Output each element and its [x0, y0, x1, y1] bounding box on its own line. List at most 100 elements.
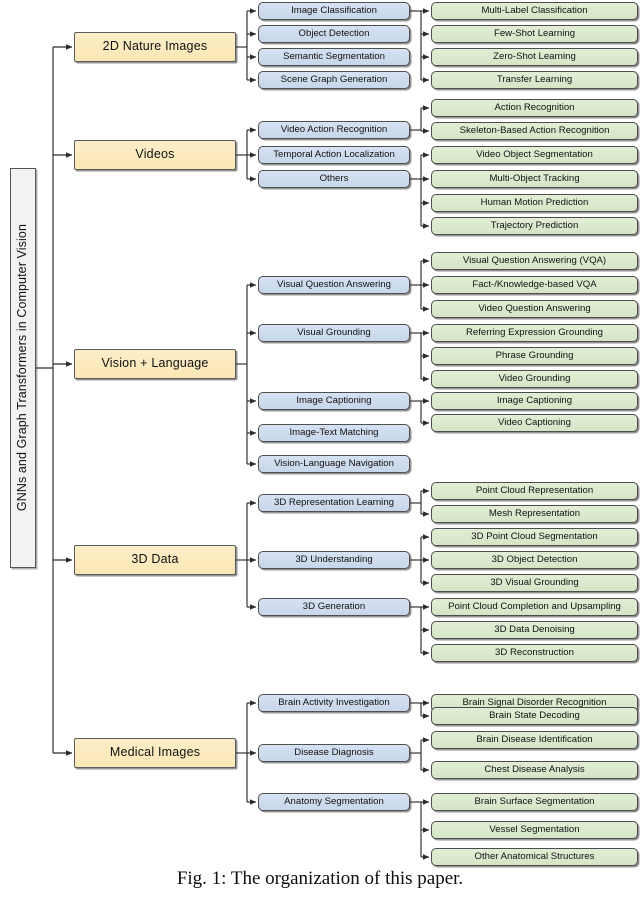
level3-node-point-cloud-completion-and-upsampling[interactable]: Point Cloud Completion and Upsampling — [431, 598, 638, 616]
node-label: Medical Images — [109, 745, 201, 760]
node-label: Visual Grounding — [297, 326, 371, 338]
level3-node-brain-surface-segmentation[interactable]: Brain Surface Segmentation — [431, 793, 638, 811]
level3-node-point-cloud-representation[interactable]: Point Cloud Representation — [431, 482, 638, 500]
node-label: 2D Nature Images — [102, 39, 208, 54]
level3-node-fact-knowledge-based-vqa[interactable]: Fact-/Knowledge-based VQA — [431, 276, 638, 294]
node-label: Vessel Segmentation — [489, 823, 580, 835]
level3-node-brain-state-decoding[interactable]: Brain State Decoding — [431, 707, 638, 725]
level1-node-vision-language[interactable]: Vision + Language — [74, 349, 236, 379]
level3-node-3d-point-cloud-segmentation[interactable]: 3D Point Cloud Segmentation — [431, 528, 638, 546]
level1-node-3d-data[interactable]: 3D Data — [74, 545, 236, 575]
level3-node-few-shot-learning[interactable]: Few-Shot Learning — [431, 25, 638, 43]
level2-node-disease-diagnosis[interactable]: Disease Diagnosis — [258, 744, 410, 762]
level3-node-trajectory-prediction[interactable]: Trajectory Prediction — [431, 217, 638, 235]
level2-node-image-text-matching[interactable]: Image-Text Matching — [258, 424, 410, 442]
node-label: Brain State Decoding — [489, 709, 580, 721]
level3-node-zero-shot-learning[interactable]: Zero-Shot Learning — [431, 48, 638, 66]
node-label: Visual Question Answering (VQA) — [462, 254, 607, 266]
node-label: Zero-Shot Learning — [493, 50, 576, 62]
level3-node-video-grounding[interactable]: Video Grounding — [431, 370, 638, 388]
level3-node-human-motion-prediction[interactable]: Human Motion Prediction — [431, 194, 638, 212]
node-label: Semantic Segmentation — [283, 50, 385, 62]
level3-node-3d-reconstruction[interactable]: 3D Reconstruction — [431, 644, 638, 662]
level3-node-3d-data-denoising[interactable]: 3D Data Denoising — [431, 621, 638, 639]
node-label: 3D Data Denoising — [494, 623, 575, 635]
node-label: Video Captioning — [498, 416, 571, 428]
level3-node-3d-visual-grounding[interactable]: 3D Visual Grounding — [431, 574, 638, 592]
node-label: Video Grounding — [498, 372, 571, 384]
level2-node-image-classification[interactable]: Image Classification — [258, 2, 410, 20]
level2-node-vision-language-navigation[interactable]: Vision-Language Navigation — [258, 455, 410, 473]
node-label: Image-Text Matching — [289, 426, 379, 438]
node-label: Human Motion Prediction — [480, 196, 589, 208]
node-label: Temporal Action Localization — [273, 148, 395, 160]
root-node[interactable]: GNNs and Graph Transformers in Computer … — [10, 168, 36, 568]
level2-node-3d-understanding[interactable]: 3D Understanding — [258, 551, 410, 569]
root-label: GNNs and Graph Transformers in Computer … — [15, 224, 30, 512]
node-label: 3D Data — [131, 552, 179, 567]
level2-node-visual-question-answering[interactable]: Visual Question Answering — [258, 276, 410, 294]
node-label: Vision + Language — [101, 356, 209, 371]
level3-node-phrase-grounding[interactable]: Phrase Grounding — [431, 347, 638, 365]
node-label: Video Object Segmentation — [476, 148, 593, 160]
level3-node-action-recognition[interactable]: Action Recognition — [431, 99, 638, 117]
node-label: Image Classification — [291, 4, 377, 16]
node-label: Video Action Recognition — [280, 123, 388, 135]
level3-node-video-captioning[interactable]: Video Captioning — [431, 414, 638, 432]
level2-node-temporal-action-localization[interactable]: Temporal Action Localization — [258, 146, 410, 164]
level1-node-2d-nature-images[interactable]: 2D Nature Images — [74, 32, 236, 62]
level2-node-brain-activity-investigation[interactable]: Brain Activity Investigation — [258, 694, 410, 712]
node-label: Brain Surface Segmentation — [474, 795, 595, 807]
level3-node-multi-label-classification[interactable]: Multi-Label Classification — [431, 2, 638, 20]
level2-node-semantic-segmentation[interactable]: Semantic Segmentation — [258, 48, 410, 66]
figure-caption: Fig. 1: The organization of this paper. — [176, 868, 464, 889]
node-label: 3D Reconstruction — [495, 646, 574, 658]
level3-node-referring-expression-grounding[interactable]: Referring Expression Grounding — [431, 324, 638, 342]
node-label: Image Captioning — [496, 394, 573, 406]
level1-node-medical-images[interactable]: Medical Images — [74, 738, 236, 768]
node-label: Action Recognition — [494, 101, 575, 113]
level3-node-video-object-segmentation[interactable]: Video Object Segmentation — [431, 146, 638, 164]
level3-node-chest-disease-analysis[interactable]: Chest Disease Analysis — [431, 761, 638, 779]
node-label: Trajectory Prediction — [490, 219, 579, 231]
node-label: Image Captioning — [296, 394, 372, 406]
level3-node-mesh-representation[interactable]: Mesh Representation — [431, 505, 638, 523]
level2-node-3d-generation[interactable]: 3D Generation — [258, 598, 410, 616]
level3-node-visual-question-answering-vqa[interactable]: Visual Question Answering (VQA) — [431, 252, 638, 270]
node-label: Videos — [135, 147, 175, 162]
node-label: Brain Disease Identification — [476, 733, 593, 745]
node-label: 3D Visual Grounding — [490, 576, 579, 588]
level3-node-transfer-learning[interactable]: Transfer Learning — [431, 71, 638, 89]
level1-node-videos[interactable]: Videos — [74, 140, 236, 170]
level3-node-video-question-answering[interactable]: Video Question Answering — [431, 300, 638, 318]
node-label: Fact-/Knowledge-based VQA — [472, 278, 597, 290]
node-label: 3D Object Detection — [491, 553, 578, 565]
node-label: Disease Diagnosis — [294, 746, 374, 758]
node-label: Visual Question Answering — [277, 278, 391, 290]
level3-node-multi-object-tracking[interactable]: Multi-Object Tracking — [431, 170, 638, 188]
node-label: Others — [319, 172, 349, 184]
level2-node-image-captioning[interactable]: Image Captioning — [258, 392, 410, 410]
level3-node-skeleton-based-action-recognition[interactable]: Skeleton-Based Action Recognition — [431, 122, 638, 140]
node-label: Transfer Learning — [496, 73, 573, 85]
level2-node-anatomy-segmentation[interactable]: Anatomy Segmentation — [258, 793, 410, 811]
node-label: Vision-Language Navigation — [274, 457, 394, 469]
level2-node-others[interactable]: Others — [258, 170, 410, 188]
level2-node-3d-representation-learning[interactable]: 3D Representation Learning — [258, 494, 410, 512]
node-label: 3D Generation — [302, 600, 366, 612]
node-label: Multi-Label Classification — [481, 4, 588, 16]
level3-node-image-captioning[interactable]: Image Captioning — [431, 392, 638, 410]
node-label: 3D Representation Learning — [273, 496, 394, 508]
level3-node-other-anatomical-structures[interactable]: Other Anatomical Structures — [431, 848, 638, 866]
level2-node-visual-grounding[interactable]: Visual Grounding — [258, 324, 410, 342]
level3-node-vessel-segmentation[interactable]: Vessel Segmentation — [431, 821, 638, 839]
level2-node-scene-graph-generation[interactable]: Scene Graph Generation — [258, 71, 410, 89]
level2-node-object-detection[interactable]: Object Detection — [258, 25, 410, 43]
level2-node-video-action-recognition[interactable]: Video Action Recognition — [258, 121, 410, 139]
node-label: Other Anatomical Structures — [474, 850, 595, 862]
level3-node-3d-object-detection[interactable]: 3D Object Detection — [431, 551, 638, 569]
node-label: Point Cloud Representation — [475, 484, 594, 496]
node-label: Skeleton-Based Action Recognition — [459, 124, 610, 136]
node-label: Object Detection — [298, 27, 370, 39]
level3-node-brain-disease-identification[interactable]: Brain Disease Identification — [431, 731, 638, 749]
